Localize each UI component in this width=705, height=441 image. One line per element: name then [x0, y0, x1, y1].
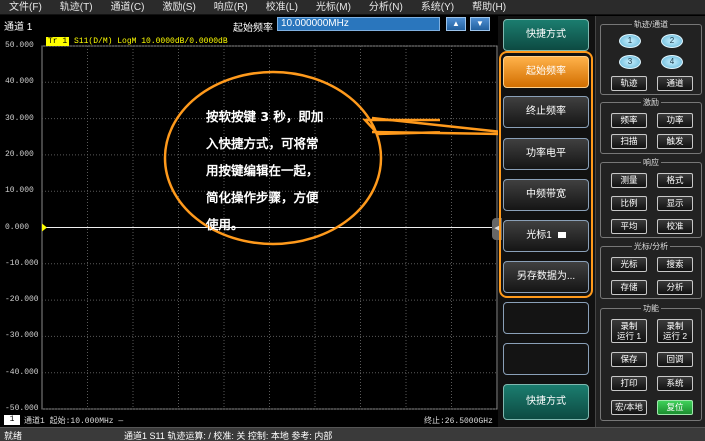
callout-line: 使用。: [206, 217, 244, 232]
softkey-shortcut-footer[interactable]: 快捷方式: [503, 384, 589, 420]
preset-button[interactable]: 复位: [657, 400, 693, 415]
group-stimulus: 激励 频率 功率 扫描 触发: [600, 98, 702, 154]
softkey-marker1[interactable]: 光标1: [503, 220, 589, 252]
group-marker-analysis-title: 光标/分析: [631, 242, 671, 251]
channel-4-button[interactable]: 4: [661, 55, 683, 69]
softkey-empty-1[interactable]: [503, 302, 589, 334]
softkey-empty-2[interactable]: [503, 343, 589, 375]
sweep-button[interactable]: 扫描: [611, 134, 647, 149]
marker-button[interactable]: 光标: [611, 257, 647, 272]
average-button[interactable]: 平均: [611, 219, 647, 234]
power-button[interactable]: 功率: [657, 113, 693, 128]
group-function-title: 功能: [641, 304, 661, 313]
system-button[interactable]: 系统: [657, 376, 693, 391]
callout-line: 简化操作步骤，方便: [206, 190, 319, 205]
group-trace-channel: 轨迹/通道 1 2 3 4 轨迹 通道: [600, 20, 702, 95]
softkey-save-data-as[interactable]: 另存数据为...: [503, 261, 589, 293]
channel-2-button[interactable]: 2: [661, 34, 683, 48]
softkey-shortcut-header[interactable]: 快捷方式: [503, 19, 589, 51]
channel-3-button[interactable]: 3: [619, 55, 641, 69]
search-button[interactable]: 搜索: [657, 257, 693, 272]
callout-line: 入快捷方式，可将常: [206, 136, 319, 151]
group-marker-analysis: 光标/分析 光标 搜索 存储 分析: [600, 242, 702, 299]
storage-button[interactable]: 存储: [611, 280, 647, 295]
softkey-panel: ◀ 快捷方式 起始频率 终止频率 功率电平 中频带宽 光标1 另存数据为... …: [492, 16, 595, 427]
print-button[interactable]: 打印: [611, 376, 647, 391]
hard-key-panel: 轨迹/通道 1 2 3 4 轨迹 通道 激励 频率 功率 扫描 触发 响应 测量…: [595, 16, 705, 427]
analysis-button[interactable]: 分析: [657, 280, 693, 295]
recall-button[interactable]: 回调: [657, 352, 693, 367]
trigger-button[interactable]: 触发: [657, 134, 693, 149]
macro-local-button[interactable]: 宏/本地: [611, 400, 647, 415]
format-button[interactable]: 格式: [657, 173, 693, 188]
group-trace-channel-title: 轨迹/通道: [631, 20, 671, 29]
channel-1-button[interactable]: 1: [619, 34, 641, 48]
softkey-power-level[interactable]: 功率电平: [503, 138, 589, 170]
scale-button[interactable]: 比例: [611, 196, 647, 211]
measure-button[interactable]: 测量: [611, 173, 647, 188]
calibration-button[interactable]: 校准: [657, 219, 693, 234]
display-button[interactable]: 显示: [657, 196, 693, 211]
group-response: 响应 测量 格式 比例 显示 平均 校准: [600, 158, 702, 238]
marker-indicator-icon: [557, 232, 566, 239]
trace-button[interactable]: 轨迹: [611, 76, 647, 91]
softkey-if-bandwidth[interactable]: 中频带宽: [503, 179, 589, 211]
callout-line: 按软按键 3 秒，即加: [206, 109, 324, 124]
group-response-title: 响应: [641, 158, 661, 167]
callout-line: 用按键编辑在一起，: [206, 163, 319, 178]
group-stimulus-title: 激励: [641, 98, 661, 107]
callout-text: 按软按键 3 秒，即加 入快捷方式，可将常 用按键编辑在一起， 简化操作步骤，方…: [206, 103, 366, 238]
frequency-button[interactable]: 频率: [611, 113, 647, 128]
softkey-marker1-label: 光标1: [526, 230, 552, 241]
softkey-stop-freq[interactable]: 终止频率: [503, 96, 589, 128]
channel-button[interactable]: 通道: [657, 76, 693, 91]
group-function: 功能 录制 运行 1 录制 运行 2 保存 回调 打印 系统 宏/本地 复位: [600, 304, 702, 421]
softkey-start-freq[interactable]: 起始频率: [503, 56, 589, 88]
record-run2-button[interactable]: 录制 运行 2: [657, 319, 693, 343]
save-button[interactable]: 保存: [611, 352, 647, 367]
record-run1-button[interactable]: 录制 运行 1: [611, 319, 647, 343]
